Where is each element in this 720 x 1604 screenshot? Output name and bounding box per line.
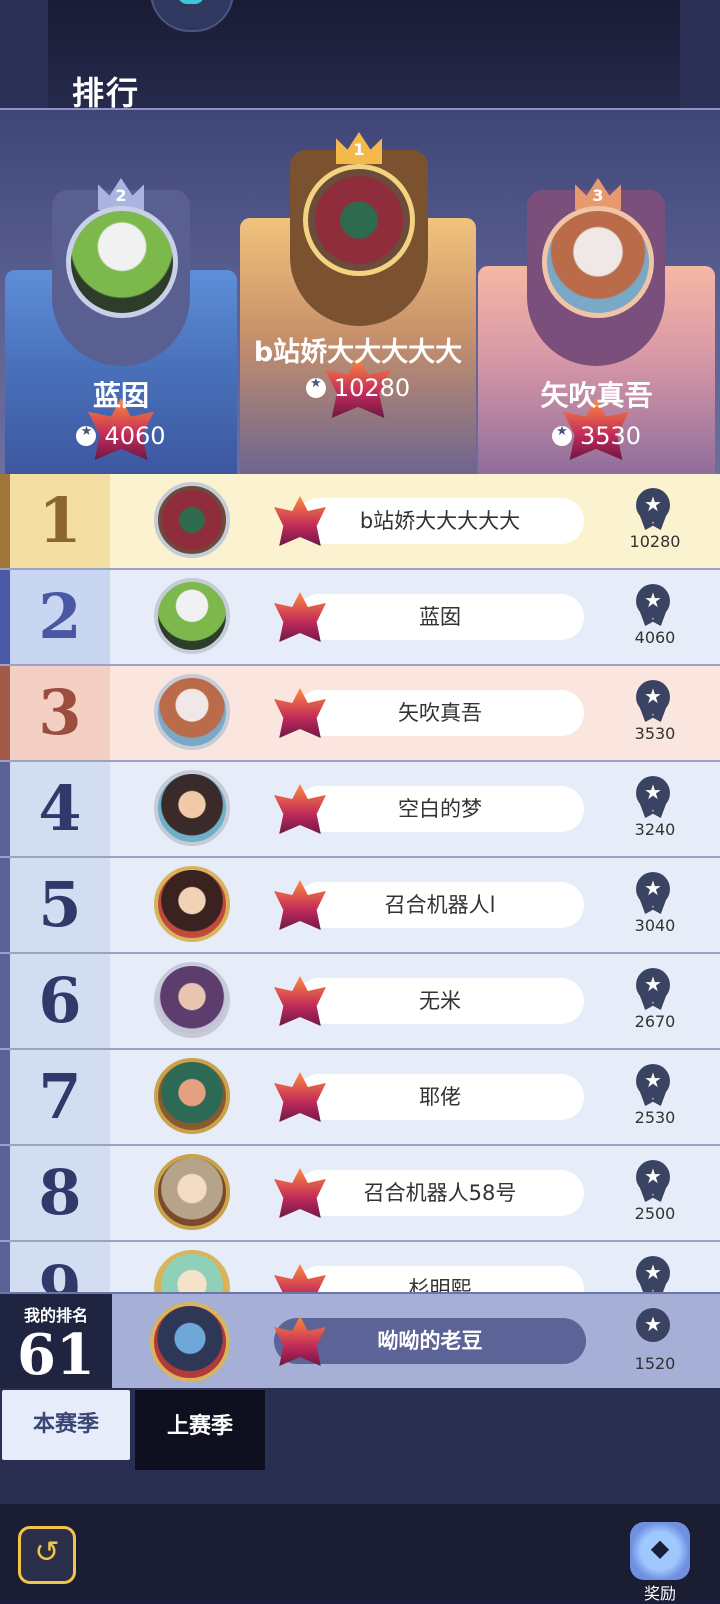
podium-second-name: 蓝囡	[92, 379, 149, 412]
row-accent	[0, 858, 10, 952]
rank-number: 8	[38, 1156, 82, 1229]
my-score: 1520	[634, 1354, 676, 1373]
ranking-row[interactable]: 8 召合机器人58号 2500	[0, 1146, 720, 1242]
row-accent	[0, 570, 10, 664]
podium-first-place: 1	[353, 140, 365, 159]
reward-label[interactable]: 奖励	[628, 1580, 692, 1604]
row-accent	[0, 474, 10, 568]
player-avatar[interactable]	[154, 674, 230, 750]
row-accent	[0, 1050, 10, 1144]
row-accent	[0, 666, 10, 760]
ranking-row[interactable]: 5 召合机器人l 3040	[0, 858, 720, 954]
reward-icon[interactable]	[630, 1522, 690, 1580]
podium-third-score: 3530	[478, 422, 715, 450]
ranking-row[interactable]: 2 蓝囡 4060	[0, 570, 720, 666]
back-icon[interactable]	[18, 1526, 76, 1584]
medal-icon	[551, 424, 572, 446]
ranking-row[interactable]: 6 无米 2670	[0, 954, 720, 1050]
medal-icon	[636, 1308, 670, 1342]
player-name: 蓝囡	[296, 594, 584, 640]
player-score: 4060	[634, 628, 676, 647]
player-name: 无米	[296, 978, 584, 1024]
player-name: b站娇大大大大大	[296, 498, 584, 544]
player-name: 召合机器人58号	[296, 1170, 584, 1216]
bottom-bar: 奖励	[0, 1504, 720, 1603]
rank-number: 1	[38, 484, 82, 557]
player-name: 空白的梦	[296, 786, 584, 832]
rank-number: 4	[38, 772, 82, 845]
podium-third-avatar[interactable]	[542, 206, 654, 318]
player-score: 3240	[634, 820, 676, 839]
player-score: 2530	[634, 1108, 676, 1127]
player-score: 2500	[634, 1204, 676, 1223]
podium-first-avatar[interactable]	[303, 164, 415, 276]
my-avatar[interactable]	[150, 1302, 230, 1382]
row-accent	[0, 1146, 10, 1240]
podium: 2 1 3 蓝囡 4060 b站娇大大大大大 10280 矢吹真吾 3530	[0, 108, 720, 476]
rank-number: 5	[38, 868, 82, 941]
podium-first-name: b站娇大大大大大	[253, 337, 463, 368]
player-avatar[interactable]	[154, 962, 230, 1038]
medal-icon	[305, 376, 326, 398]
my-rank-row[interactable]: 我的排名 61 呦呦的老豆 1520	[0, 1292, 720, 1390]
row-accent	[0, 762, 10, 856]
ranking-row[interactable]: 3 矢吹真吾 3530	[0, 666, 720, 762]
tab-current-season[interactable]: 本赛季	[2, 1390, 130, 1460]
my-name: 呦呦的老豆	[274, 1318, 586, 1364]
podium-second-place: 2	[115, 186, 127, 205]
player-score: 3040	[634, 916, 676, 935]
player-avatar[interactable]	[154, 578, 230, 654]
podium-first-score: 10280	[240, 374, 476, 402]
player-name: 矢吹真吾	[296, 690, 584, 736]
medal-icon	[76, 424, 97, 446]
season-tabs: 本赛季 上赛季	[0, 1388, 720, 1504]
podium-third-place: 3	[592, 186, 604, 205]
podium-second-score: 4060	[5, 422, 237, 450]
ranking-row[interactable]: 4 空白的梦 3240	[0, 762, 720, 858]
player-avatar[interactable]	[154, 770, 230, 846]
player-avatar[interactable]	[154, 482, 230, 558]
ranking-row[interactable]: 1 b站娇大大大大大 10280	[0, 474, 720, 570]
player-avatar[interactable]	[154, 1154, 230, 1230]
player-score: 2670	[634, 1012, 676, 1031]
player-score: 3530	[634, 724, 676, 743]
tab-previous-season[interactable]: 上赛季	[135, 1390, 265, 1470]
ranking-row[interactable]: 7 耶佬 2530	[0, 1050, 720, 1146]
rank-number: 3	[38, 676, 82, 749]
player-name: 召合机器人l	[296, 882, 584, 928]
player-score: 10280	[629, 532, 681, 551]
podium-third-name: 矢吹真吾	[540, 379, 653, 412]
rank-number: 7	[38, 1060, 82, 1133]
rank-number: 6	[38, 964, 82, 1037]
player-name: 耶佬	[296, 1074, 584, 1120]
ranking-list[interactable]: 1 b站娇大大大大大 10280 2 蓝囡 4060 3 矢吹真吾 3530 4…	[0, 474, 720, 1316]
player-avatar[interactable]	[154, 1058, 230, 1134]
row-accent	[0, 954, 10, 1048]
my-rank-number: 61	[17, 1322, 95, 1388]
player-avatar[interactable]	[154, 866, 230, 942]
podium-second-avatar[interactable]	[66, 206, 178, 318]
rank-number: 2	[38, 580, 82, 653]
